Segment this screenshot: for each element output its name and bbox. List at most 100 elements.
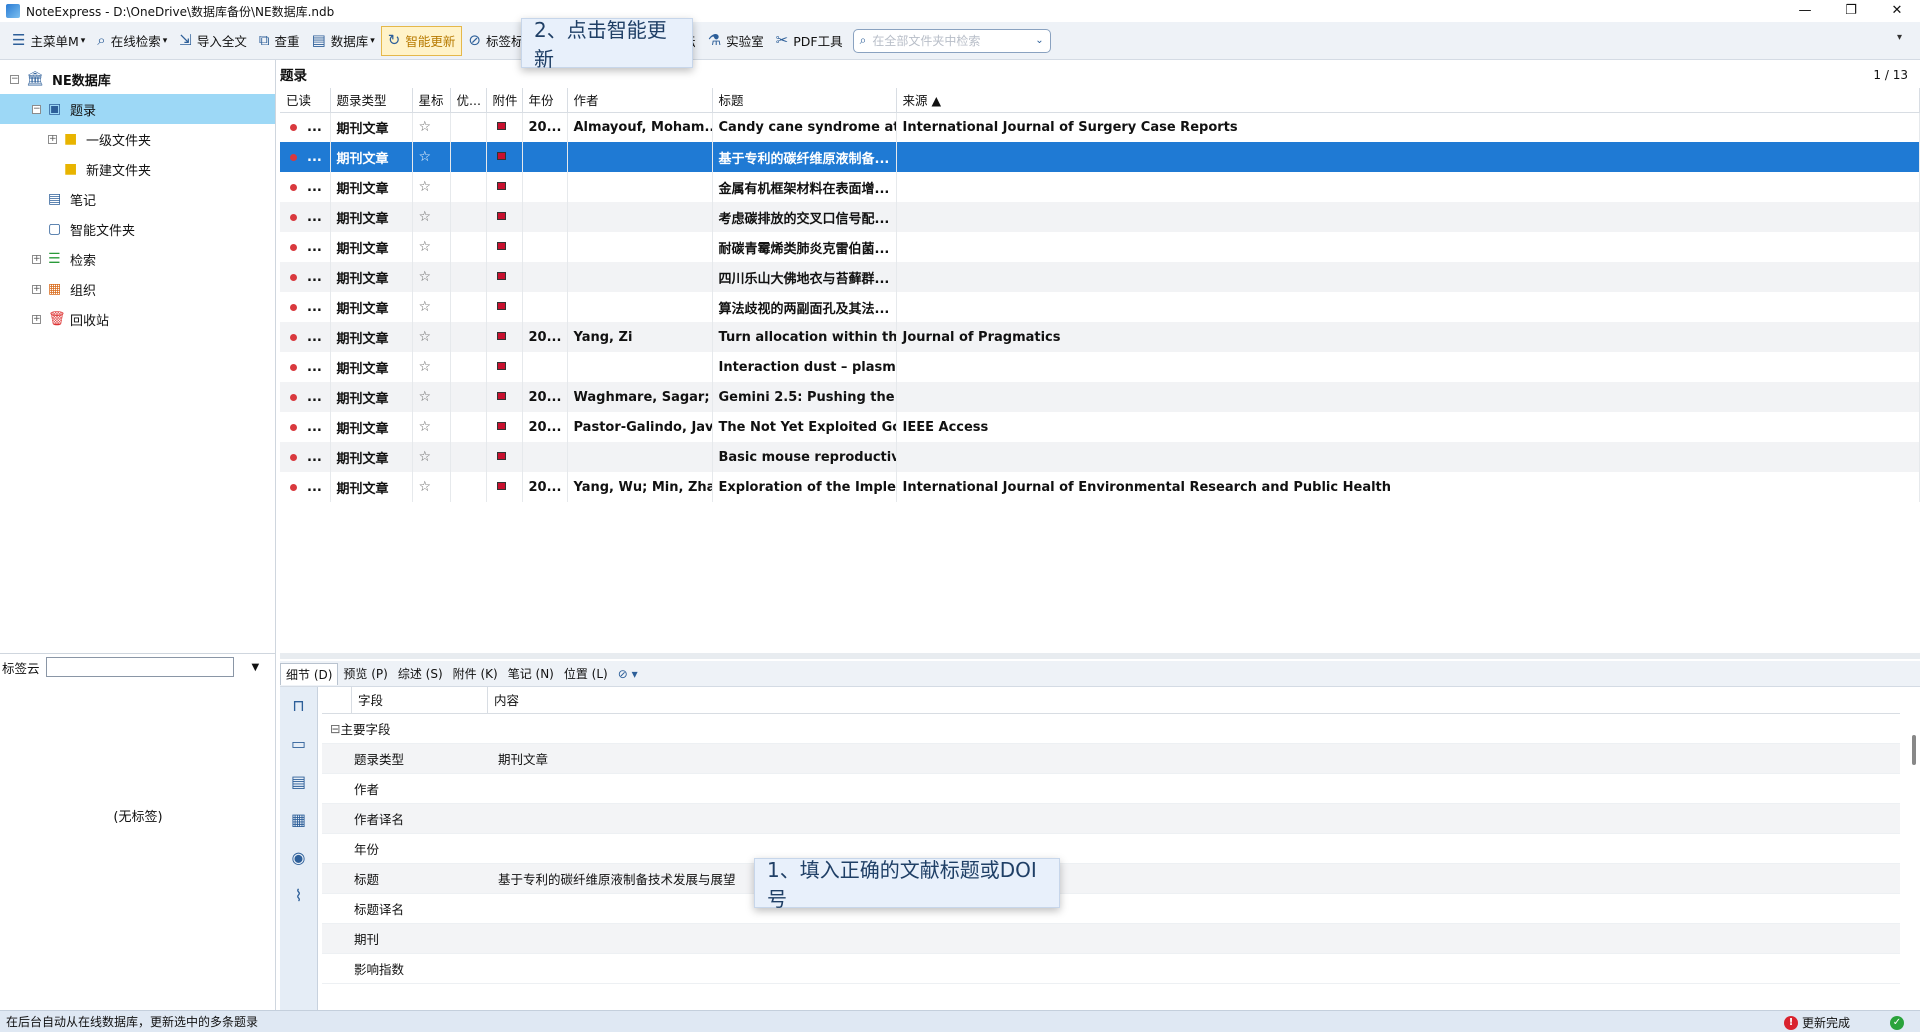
table-row[interactable]: ... 期刊文章 ☆ 20... Almayouf, Moham... Candy can… bbox=[280, 112, 1920, 142]
overflow-chevron-icon[interactable]: ▾ bbox=[1897, 32, 1902, 43]
minimize-button[interactable]: — bbox=[1782, 0, 1828, 22]
table-row[interactable]: ... 期刊文章 ☆ 20... Yang, Zi Turn allocation wit… bbox=[280, 322, 1920, 352]
star-icon[interactable]: ☆ bbox=[419, 269, 432, 285]
tree-item-6[interactable]: + ☰ 检索 bbox=[0, 244, 275, 274]
tab-2[interactable]: 预览 (P) bbox=[338, 663, 392, 685]
table-row[interactable]: ... 期刊文章 ☆ Basic mouse reproductive bbox=[280, 442, 1920, 472]
pane-splitter[interactable] bbox=[280, 653, 1920, 659]
tab-4[interactable]: 附件 (K) bbox=[448, 663, 503, 685]
column-header[interactable]: 附件 bbox=[486, 88, 523, 113]
field-row[interactable]: 年份 bbox=[322, 834, 1900, 864]
toolbar-button-database[interactable]: ▤ 数据库 ▾ bbox=[306, 26, 381, 56]
star-icon[interactable]: ☆ bbox=[419, 359, 432, 375]
star-icon[interactable]: ☆ bbox=[419, 179, 432, 195]
star-icon[interactable]: ☆ bbox=[419, 209, 432, 225]
table-row[interactable]: ... 期刊文章 ☆ 四川乐山大佛地衣与苔藓群... bbox=[280, 262, 1920, 292]
column-header[interactable]: 来源 ▲ bbox=[896, 88, 1920, 113]
field-group[interactable]: ⊟ 主要字段 bbox=[322, 714, 1900, 744]
pages-icon[interactable]: ▤ bbox=[280, 763, 317, 801]
table-row[interactable]: ... 期刊文章 ☆ 20...Yang, Wu; Min, Zha...Explor… bbox=[280, 472, 1920, 502]
tree-item-2[interactable]: + ■ 一级文件夹 bbox=[0, 124, 275, 154]
table-row[interactable]: ... 期刊文章 ☆ 20...Waghmare, Sagar; ...Gemini … bbox=[280, 382, 1920, 412]
field-row[interactable]: 期刊 bbox=[322, 924, 1900, 954]
expand-icon[interactable]: + bbox=[32, 284, 41, 294]
attachment-icon[interactable] bbox=[496, 481, 506, 490]
tree-item-4[interactable]: ▤ 笔记 bbox=[0, 184, 275, 214]
tab-1[interactable]: 细节 (D) bbox=[280, 662, 339, 685]
close-button[interactable]: ✕ bbox=[1874, 0, 1920, 22]
column-header[interactable]: 优... bbox=[450, 88, 487, 113]
star-cell[interactable]: ☆ bbox=[412, 232, 451, 262]
star-cell[interactable]: ☆ bbox=[412, 442, 451, 472]
attachment-icon[interactable] bbox=[496, 301, 506, 310]
document-icon[interactable]: ▭ bbox=[280, 725, 317, 763]
star-icon[interactable]: ☆ bbox=[419, 149, 432, 165]
table-row[interactable]: ... 期刊文章 ☆ 考虑碳排放的交叉口信号配... bbox=[280, 202, 1920, 232]
star-icon[interactable]: ☆ bbox=[419, 479, 432, 495]
attachment-icon[interactable] bbox=[496, 241, 506, 250]
tab-5[interactable]: 笔记 (N) bbox=[503, 663, 559, 685]
paperclip-icon[interactable]: ⊘ ▾ bbox=[613, 663, 643, 685]
tree-item-8[interactable]: + 🗑 回收站 bbox=[0, 304, 275, 334]
column-header[interactable]: 星标 bbox=[412, 88, 451, 113]
expand-icon[interactable]: + bbox=[32, 254, 41, 264]
scrollbar-thumb[interactable] bbox=[1912, 735, 1916, 765]
column-header[interactable]: 作者 bbox=[567, 88, 713, 113]
toolbar-button-pdf-tools[interactable]: ✂ PDF工具 bbox=[770, 26, 849, 56]
field-row[interactable]: 标题 基于专利的碳纤维原液制备技术发展与展望 bbox=[322, 864, 1900, 894]
column-header[interactable]: 题录类型 bbox=[330, 88, 413, 113]
attachment-icon[interactable] bbox=[496, 361, 506, 370]
star-cell[interactable]: ☆ bbox=[412, 292, 451, 322]
note-icon[interactable]: ▦ bbox=[280, 801, 317, 839]
table-row[interactable]: ... 期刊文章 ☆ Interaction dust – plasma bbox=[280, 352, 1920, 382]
chevron-down-icon[interactable]: ▼ bbox=[252, 662, 260, 673]
attachment-icon[interactable] bbox=[496, 121, 506, 130]
star-cell[interactable]: ☆ bbox=[412, 202, 451, 232]
tree-item-7[interactable]: + ▦ 组织 bbox=[0, 274, 275, 304]
column-header[interactable]: 标题 bbox=[712, 88, 897, 113]
star-icon[interactable]: ☆ bbox=[419, 419, 432, 435]
column-header[interactable]: 年份 bbox=[522, 88, 568, 113]
toolbar-button-lab[interactable]: ⚗ 实验室 bbox=[702, 26, 770, 56]
lock-icon[interactable]: ⊓ bbox=[280, 687, 317, 725]
table-row[interactable]: ... 期刊文章 ☆ 算法歧视的两副面孔及其法... bbox=[280, 292, 1920, 322]
eye-icon[interactable]: ◉ bbox=[280, 839, 317, 877]
expand-icon[interactable]: + bbox=[48, 134, 57, 144]
tag-filter-input[interactable] bbox=[45, 657, 234, 677]
star-cell[interactable]: ☆ bbox=[412, 412, 451, 442]
toolbar-button-search[interactable]: ⌕ 在线检索 ▾ bbox=[91, 26, 173, 56]
star-cell[interactable]: ☆ bbox=[412, 322, 451, 352]
field-row[interactable]: 标题译名 bbox=[322, 894, 1900, 924]
star-cell[interactable]: ☆ bbox=[412, 112, 451, 142]
star-icon[interactable]: ☆ bbox=[419, 299, 432, 315]
field-row[interactable]: 作者译名 bbox=[322, 804, 1900, 834]
star-cell[interactable]: ☆ bbox=[412, 352, 451, 382]
toolbar-button-import[interactable]: ⇲ 导入全文 bbox=[173, 26, 253, 56]
tab-6[interactable]: 位置 (L) bbox=[559, 663, 613, 685]
star-icon[interactable]: ☆ bbox=[419, 389, 432, 405]
expand-icon[interactable]: + bbox=[32, 314, 41, 324]
column-header[interactable]: 已读 bbox=[280, 88, 331, 113]
field-row[interactable]: 题录类型 期刊文章 bbox=[322, 744, 1900, 774]
tree-root[interactable]: − 🏛 NE数据库 bbox=[0, 64, 275, 94]
attachment-icon[interactable] bbox=[496, 151, 506, 160]
table-row[interactable]: ... 期刊文章 ☆ 20... Pastor-Galindo, Jav The Not … bbox=[280, 412, 1920, 442]
attachment-icon[interactable] bbox=[496, 391, 506, 400]
field-value[interactable]: 期刊文章 bbox=[492, 749, 548, 768]
attachment-icon[interactable] bbox=[496, 271, 506, 280]
attachment-icon[interactable] bbox=[496, 331, 506, 340]
table-row[interactable]: ... 期刊文章 ☆ 基于专利的碳纤维原液制备... bbox=[280, 142, 1920, 172]
tree-item-1[interactable]: − ▣ 题录 bbox=[0, 94, 275, 124]
attachment-icon[interactable] bbox=[496, 451, 506, 460]
table-row[interactable]: ... 期刊文章 ☆ 金属有机框架材料在表面增... bbox=[280, 172, 1920, 202]
table-row[interactable]: ... 期刊文章 ☆ 耐碳青霉烯类肺炎克雷伯菌... bbox=[280, 232, 1920, 262]
field-row[interactable]: 影响指数 bbox=[322, 954, 1900, 984]
star-icon[interactable]: ☆ bbox=[419, 329, 432, 345]
trend-icon[interactable]: ⌇ bbox=[280, 877, 317, 915]
toolbar-button-duplicate[interactable]: ⧉ 查重 bbox=[253, 26, 306, 56]
smart-update-button[interactable]: ↻ 智能更新 bbox=[380, 25, 463, 56]
star-icon[interactable]: ☆ bbox=[419, 119, 432, 135]
attachment-icon[interactable] bbox=[496, 181, 506, 190]
tree-item-5[interactable]: ▢ 智能文件夹 bbox=[0, 214, 275, 244]
field-value[interactable]: 基于专利的碳纤维原液制备技术发展与展望 bbox=[492, 869, 736, 888]
